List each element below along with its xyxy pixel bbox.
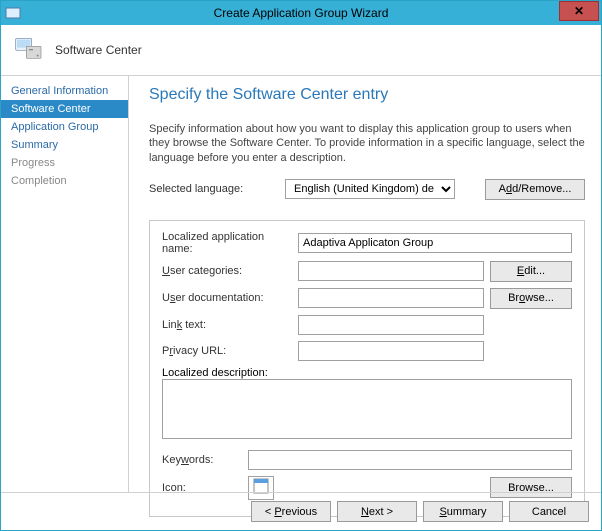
language-select[interactable]: English (United Kingdom) default	[285, 179, 455, 199]
main: Specify the Software Center entry Specif…	[129, 76, 601, 492]
linktext-input[interactable]	[298, 315, 484, 335]
header-label: Software Center	[55, 43, 142, 57]
sidebar: General Information Software Center Appl…	[1, 76, 129, 492]
previous-button[interactable]: < Previous	[251, 501, 331, 522]
window-title: Create Application Group Wizard	[1, 6, 601, 20]
sidebar-item-general[interactable]: General Information	[1, 82, 128, 100]
summary-button[interactable]: Summary	[423, 501, 503, 522]
wizard-header: Software Center	[1, 25, 601, 75]
add-remove-button[interactable]: Add/Remove...	[485, 179, 585, 200]
cancel-button[interactable]: Cancel	[509, 501, 589, 522]
next-button[interactable]: Next >	[337, 501, 417, 522]
privacy-label: Privacy URL:	[162, 345, 292, 357]
appname-input[interactable]	[298, 233, 572, 253]
privacy-input[interactable]	[298, 341, 484, 361]
userdoc-input[interactable]	[298, 288, 484, 308]
sidebar-item-summary[interactable]: Summary	[1, 136, 128, 154]
close-icon: ✕	[574, 5, 584, 17]
body: General Information Software Center Appl…	[1, 75, 601, 492]
desc-label: Localized description:	[162, 367, 572, 379]
description-textarea[interactable]	[162, 379, 572, 439]
language-label: Selected language:	[149, 183, 279, 195]
usercat-input[interactable]	[298, 261, 484, 281]
footer: < Previous Next > Summary Cancel	[1, 492, 601, 530]
add-remove-label: Add/Remove...	[499, 183, 572, 195]
usercat-label: User categories:	[162, 265, 292, 277]
localization-group: Localized application name: User categor…	[149, 220, 585, 517]
computer-icon	[13, 33, 45, 68]
window: Create Application Group Wizard ✕ Softwa…	[0, 0, 602, 531]
sidebar-item-software-center[interactable]: Software Center	[1, 100, 128, 118]
userdoc-label: User documentation:	[162, 292, 292, 304]
linktext-label: Link text:	[162, 319, 292, 331]
sidebar-item-application-group[interactable]: Application Group	[1, 118, 128, 136]
appname-label: Localized application name:	[162, 231, 292, 255]
browse-doc-button[interactable]: Browse...	[490, 288, 572, 309]
sidebar-item-progress: Progress	[1, 154, 128, 172]
sidebar-item-completion: Completion	[1, 172, 128, 190]
keywords-label: Keywords:	[162, 454, 242, 466]
keywords-input[interactable]	[248, 450, 572, 470]
titlebar: Create Application Group Wizard ✕	[1, 1, 601, 25]
edit-button[interactable]: Edit...	[490, 261, 572, 282]
page-title: Specify the Software Center entry	[149, 86, 585, 104]
intro-text: Specify information about how you want t…	[149, 122, 585, 165]
close-button[interactable]: ✕	[559, 1, 599, 21]
